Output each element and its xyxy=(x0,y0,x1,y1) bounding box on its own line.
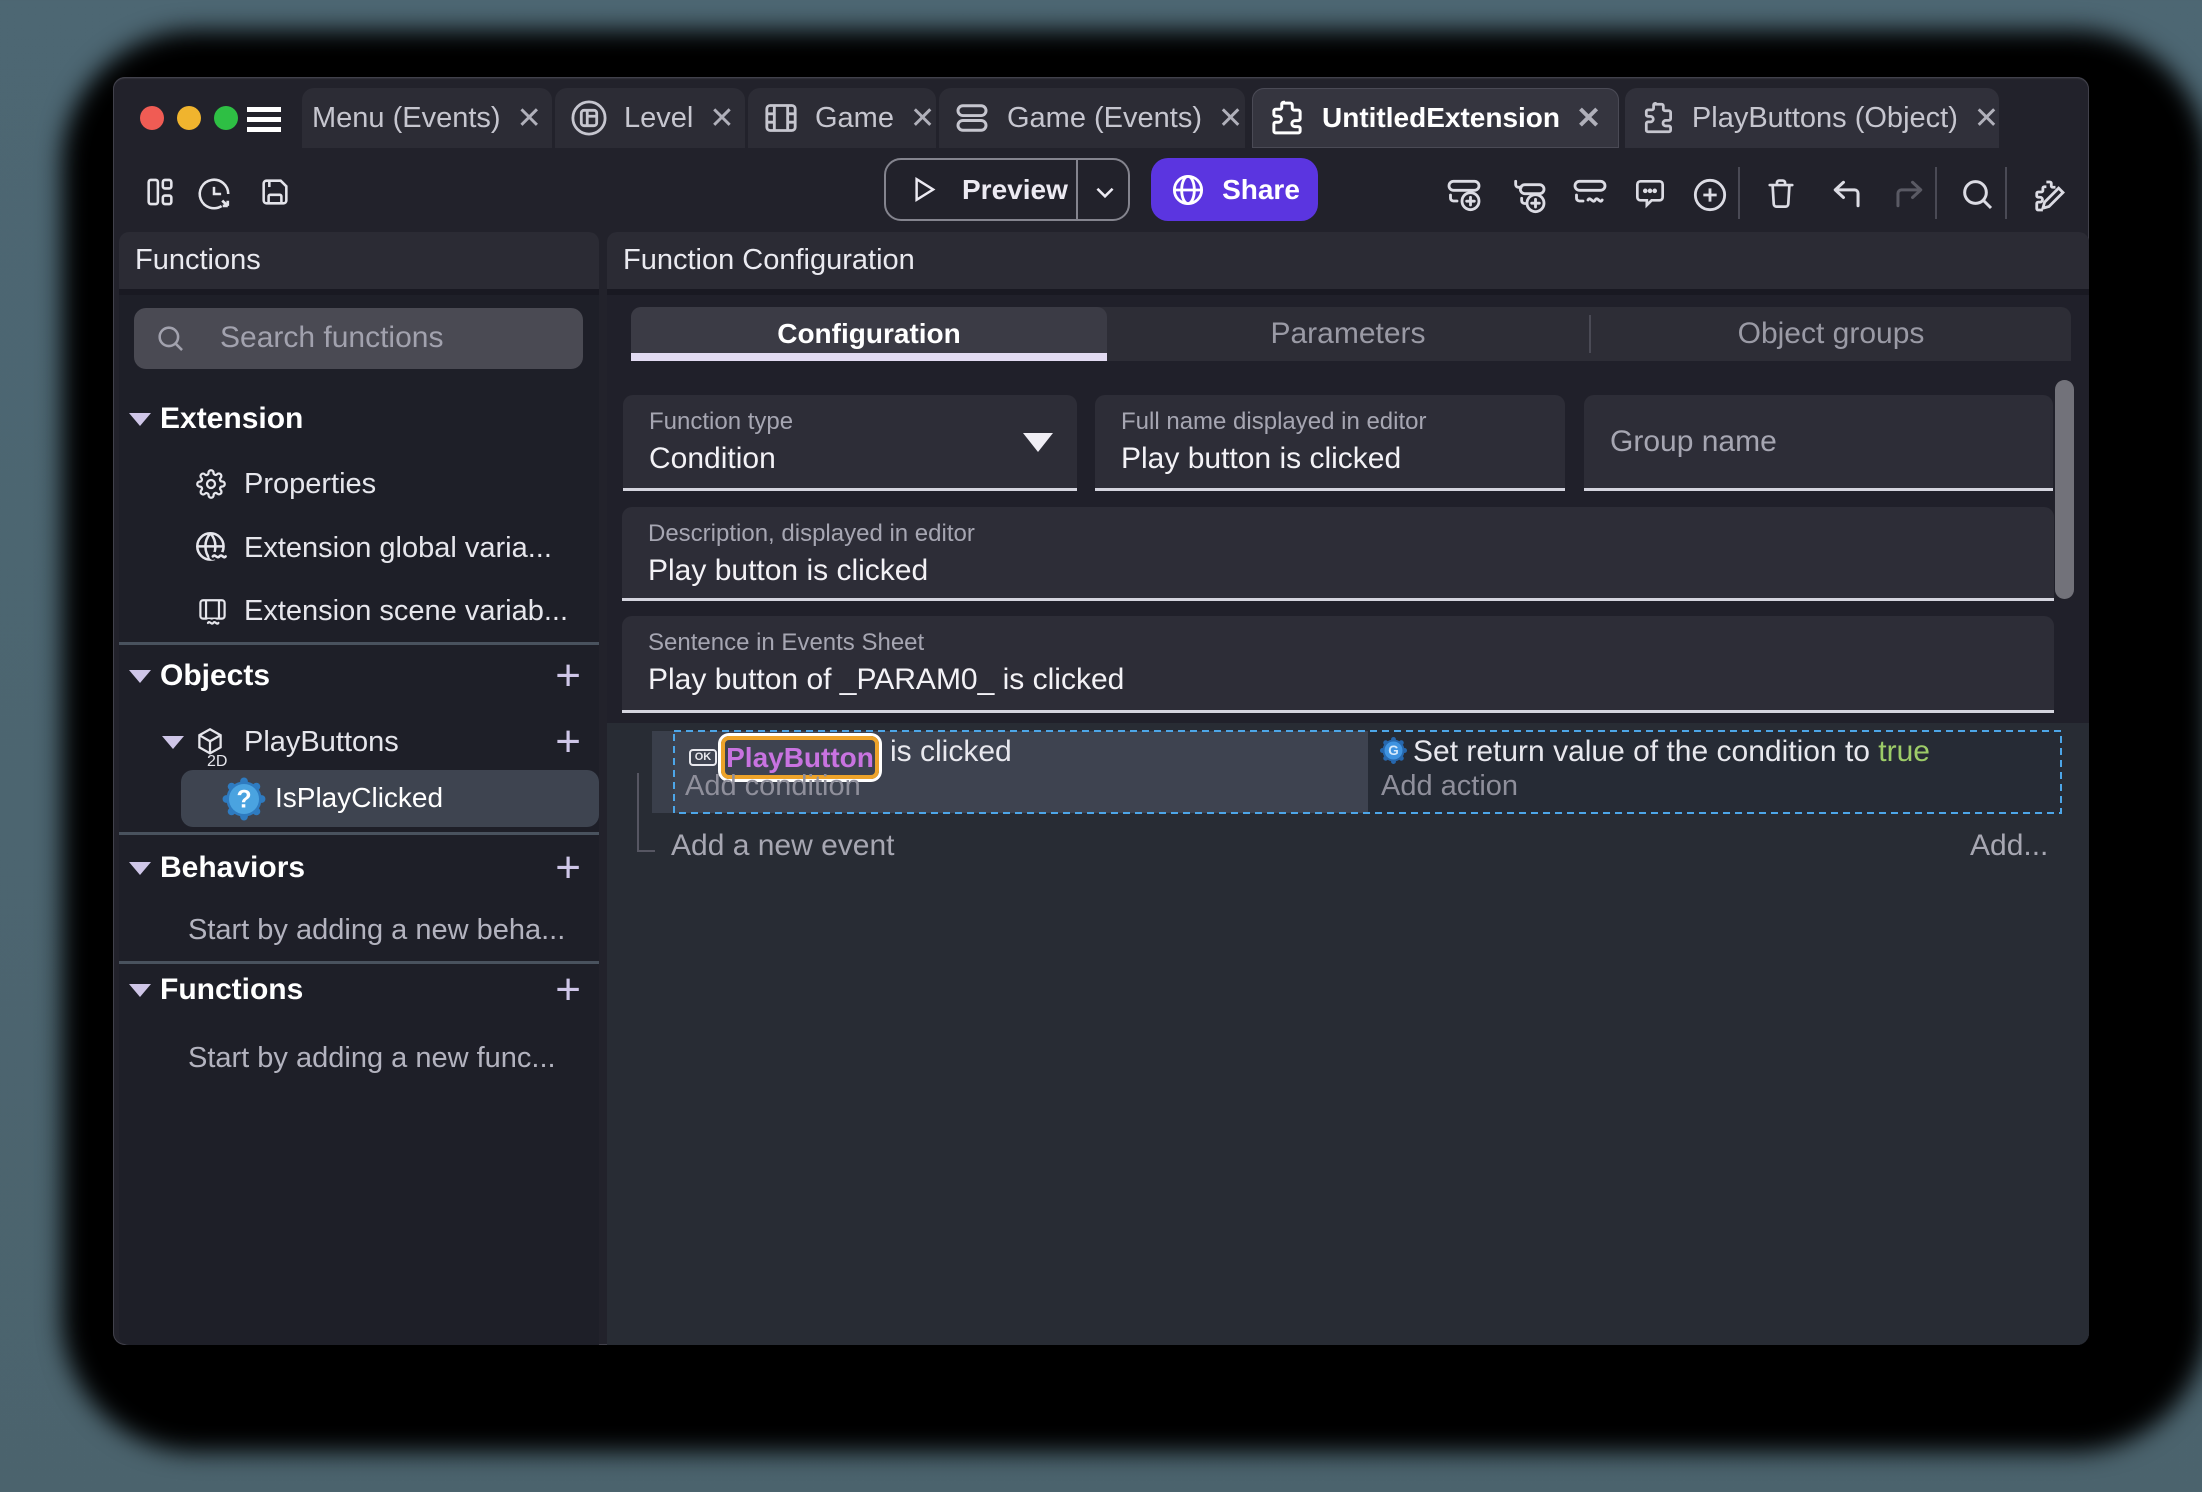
svg-text:G: G xyxy=(1388,743,1399,758)
svg-text:?: ? xyxy=(236,786,251,813)
